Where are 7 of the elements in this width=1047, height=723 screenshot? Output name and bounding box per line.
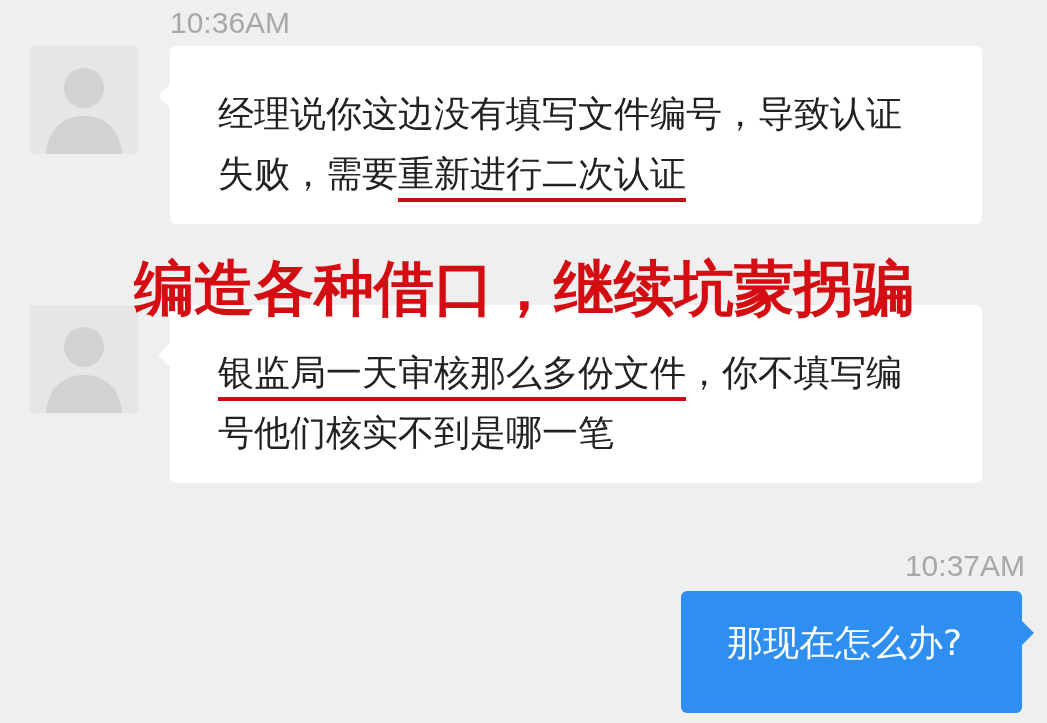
caption-overlay: 编造各种借口，继续坑蒙拐骗: [133, 254, 914, 322]
message-text: 那现在怎么办?: [726, 621, 962, 665]
message-time: 10:37AM: [904, 549, 1025, 583]
message-text: 银监局一天审核那么多份文件，你不填写编号他们核实不到是哪一笔: [218, 351, 903, 455]
message-time: 10:36AM: [170, 6, 291, 40]
avatar-icon: [30, 46, 138, 154]
message-text: 经理说你这边没有填写文件编号，导致认证失败，需要重新进行二次认证: [218, 84, 918, 204]
